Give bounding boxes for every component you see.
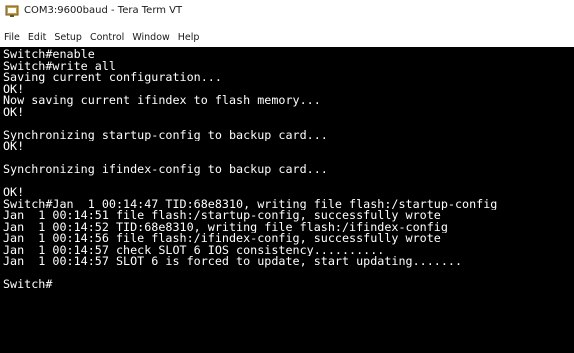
terminal-line: Synchronizing ifindex-config to backup c…	[3, 164, 328, 176]
window-title: COM3:9600baud - Tera Term VT	[24, 5, 183, 16]
terminal-line: Switch#write all	[3, 60, 116, 72]
terminal-line: Switch#Jan 1 00:14:47 TID:68e8310, writi…	[3, 198, 498, 210]
menu-window[interactable]: Window	[132, 32, 169, 43]
menu-control[interactable]: Control	[90, 32, 124, 43]
terminal-line: Jan 1 00:14:51 file flash:/startup-confi…	[3, 210, 441, 222]
terminal-line: OK!	[3, 83, 25, 95]
menu-help[interactable]: Help	[178, 32, 200, 43]
terminal-line: Jan 1 00:14:57 SLOT 6 is forced to updat…	[3, 256, 463, 268]
terminal-line: Synchronizing startup-config to backup c…	[3, 129, 328, 141]
terminal-line: Jan 1 00:14:56 file flash:/ifindex-confi…	[3, 233, 441, 245]
menu-setup[interactable]: Setup	[54, 32, 82, 43]
tera-term-window: COM3:9600baud - Tera Term VT File Edit S…	[0, 0, 574, 353]
terminal-line: Now saving current ifindex to flash memo…	[3, 95, 321, 107]
terminal-line: Switch#enable	[3, 49, 95, 61]
terminal-line: Jan 1 00:14:57 check SLOT 6 IOS consiste…	[3, 244, 385, 256]
terminal-line: Saving current configuration...	[3, 72, 222, 84]
menu-file[interactable]: File	[4, 32, 20, 43]
terminal-line: OK!	[3, 106, 25, 118]
tera-term-app-icon[interactable]	[5, 4, 19, 18]
title-bar[interactable]: COM3:9600baud - Tera Term VT	[0, 0, 574, 21]
terminal-line: Switch#	[3, 279, 53, 291]
menu-edit[interactable]: Edit	[28, 32, 46, 43]
menu-bar: File Edit Setup Control Window Help	[0, 29, 574, 46]
terminal-line: Jan 1 00:14:52 TID:68e8310, writing file…	[3, 221, 448, 233]
terminal-line: OK!	[3, 187, 25, 199]
terminal-line: OK!	[3, 141, 25, 153]
terminal-screen[interactable]: Switch#enable Switch#write all Saving cu…	[0, 47, 574, 353]
